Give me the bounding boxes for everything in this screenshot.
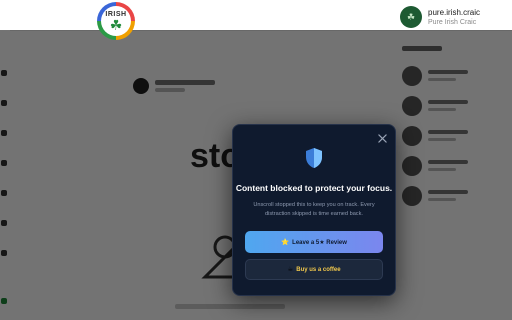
buy-coffee-label: Buy us a coffee bbox=[296, 266, 341, 273]
close-button[interactable] bbox=[375, 131, 389, 145]
close-icon bbox=[377, 133, 387, 143]
star-icon: ⭐ bbox=[281, 238, 290, 246]
account-display-name: Pure Irish Craic bbox=[428, 18, 477, 26]
modal-title: Content blocked to protect your focus. bbox=[235, 183, 393, 193]
account-names: pure.irish.craic Pure Irish Craic bbox=[428, 8, 480, 27]
account-avatar[interactable]: ☘ bbox=[400, 6, 422, 28]
shamrock-icon: ☘ bbox=[109, 16, 123, 33]
brand-logo[interactable]: IRISH ☘ bbox=[97, 2, 135, 40]
brand-logo-inner: IRISH ☘ bbox=[101, 6, 131, 36]
leave-review-label: Leave a 5★ Review bbox=[292, 239, 347, 246]
blocked-content-modal: Content blocked to protect your focus. U… bbox=[232, 124, 396, 296]
account-username: pure.irish.craic bbox=[428, 7, 481, 17]
buy-coffee-button[interactable]: ☕ Buy us a coffee bbox=[245, 259, 383, 280]
top-bar: ☘ pure.irish.craic Pure Irish Craic bbox=[0, 0, 512, 31]
leave-review-button[interactable]: ⭐ Leave a 5★ Review bbox=[245, 231, 383, 253]
coffee-icon: ☕ bbox=[287, 266, 294, 273]
account-switcher[interactable]: ☘ pure.irish.craic Pure Irish Craic bbox=[400, 6, 480, 28]
shield-icon bbox=[306, 148, 322, 168]
modal-message: Unscroll stopped this to keep you on tra… bbox=[253, 202, 375, 217]
